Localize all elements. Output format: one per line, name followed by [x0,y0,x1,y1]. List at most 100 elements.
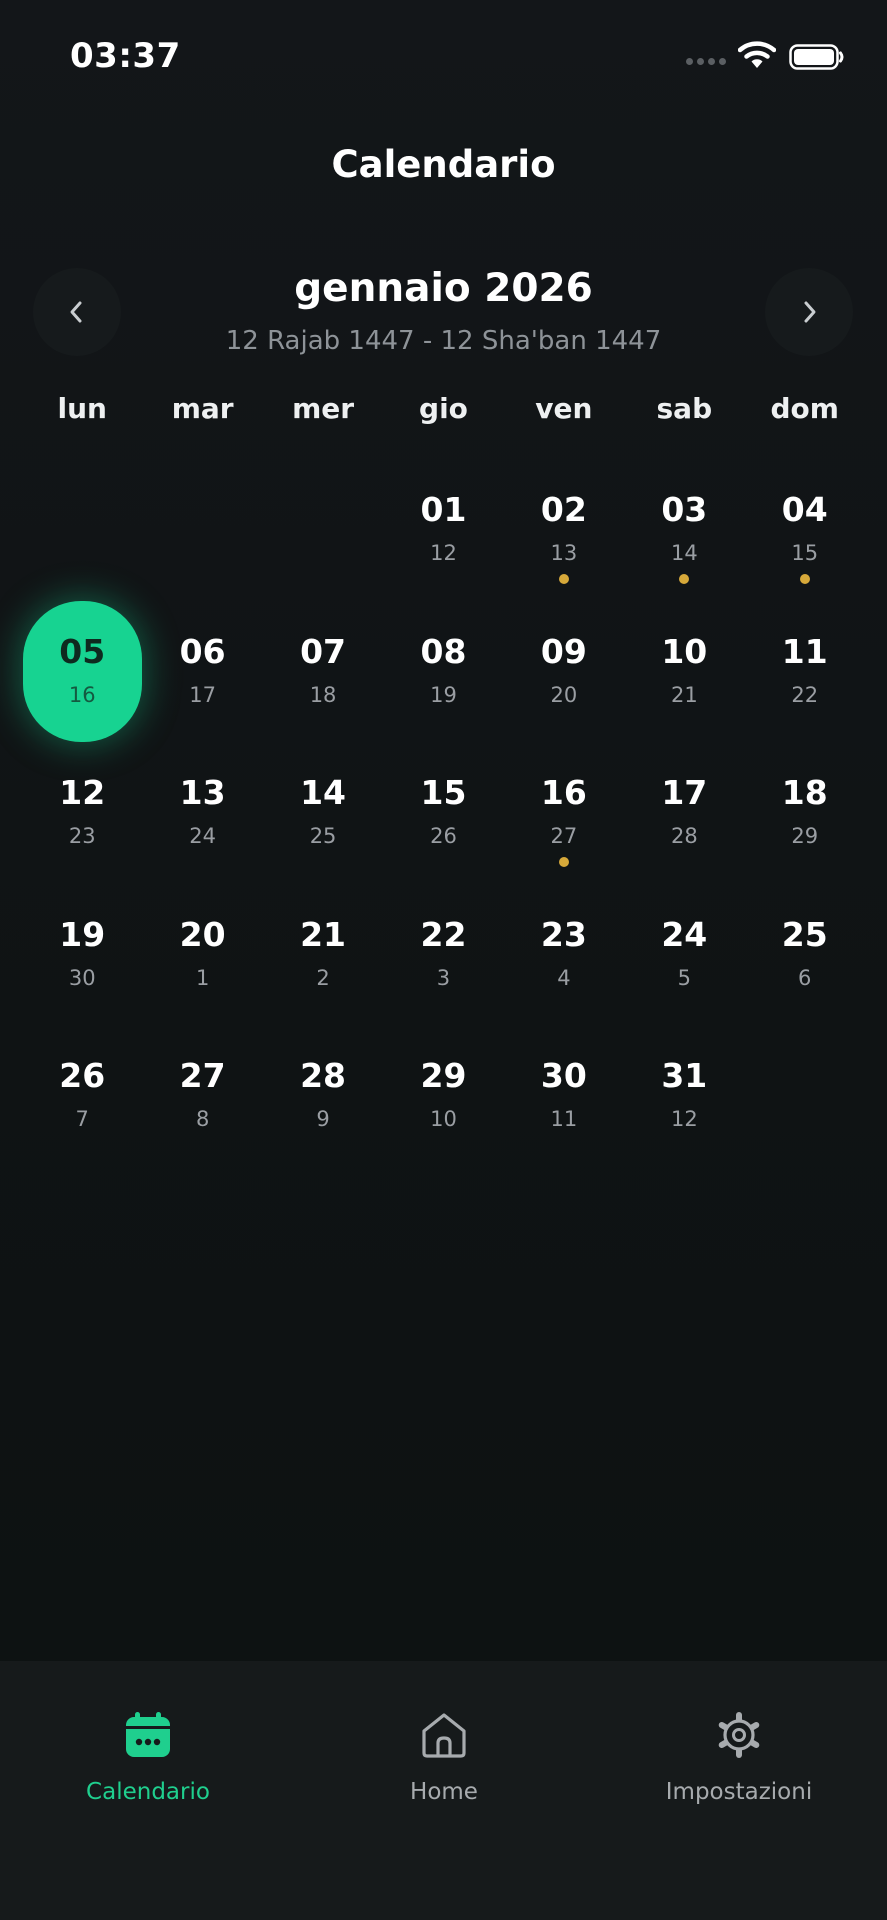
weekday-header: lun mar mer gio ven sab dom [22,392,865,425]
day-cell[interactable]: 30 11 [504,1025,624,1167]
hijri-day-number: 30 [68,965,96,990]
hijri-day-number: 23 [68,824,96,848]
hijri-day-number: 20 [550,682,578,707]
tab-home[interactable]: Home [296,1661,592,1805]
day-cell[interactable]: 29 10 [383,1025,503,1167]
day-cell[interactable]: 17 28 [624,742,744,884]
day-cell[interactable]: 31 12 [624,1025,744,1167]
event-indicator-dot [558,857,569,867]
week-row: 05 16 06 17 07 18 08 19 09 20 10 21 11 22 [22,600,865,743]
day-cell[interactable]: 23 4 [504,884,624,1026]
gregorian-day-number: 10 [661,631,708,671]
wifi-icon [738,41,776,68]
gregorian-day-number: 31 [661,1056,708,1095]
event-indicator-dot [799,574,810,584]
gregorian-day-number: 22 [420,914,467,954]
day-cell[interactable]: 01 12 [383,459,503,601]
gregorian-day-number: 27 [179,1056,226,1095]
hijri-day-number: 29 [791,824,819,848]
day-cell[interactable]: 21 2 [263,884,383,1026]
day-cell[interactable]: 28 9 [263,1025,383,1167]
day-cell[interactable]: 10 21 [624,601,744,743]
gregorian-day-number: 23 [540,914,587,954]
gregorian-day-number: 30 [540,1056,587,1095]
weekday-label: ven [535,392,593,425]
week-row: 19 30 20 1 21 2 22 3 23 4 24 5 25 6 [22,884,865,1026]
gregorian-day-number: 06 [179,631,226,671]
hijri-day-number: 18 [309,682,337,707]
hijri-day-number: 2 [316,965,330,990]
hijri-day-number: 25 [309,824,337,848]
day-cell[interactable]: 12 23 [22,742,142,884]
hijri-day-number: 13 [550,541,578,565]
day-cell[interactable]: 15 26 [383,742,503,884]
event-indicator-dot [679,574,690,584]
empty-day-cell [142,459,262,601]
day-cell[interactable]: 26 7 [22,1025,142,1167]
gregorian-day-number: 15 [420,773,467,812]
gregorian-day-number: 04 [781,490,828,529]
day-cell[interactable]: 03 14 [624,459,744,601]
selected-day-cell[interactable]: 05 16 [22,600,142,743]
hijri-day-number: 15 [791,541,819,565]
day-cell[interactable]: 02 13 [504,459,624,601]
day-cell[interactable]: 09 20 [504,601,624,743]
gregorian-day-number: 19 [59,914,106,954]
gregorian-day-number: 07 [300,631,347,671]
day-cell[interactable]: 20 1 [142,884,262,1026]
day-cell[interactable]: 18 29 [745,742,865,884]
page-title: Calendario [331,143,556,186]
day-cell[interactable]: 04 15 [745,459,865,601]
gregorian-day-number: 13 [179,773,226,812]
gear-icon [718,1712,760,1758]
gregorian-day-number: 14 [300,773,347,812]
gregorian-day-number: 17 [661,773,708,812]
hijri-day-number: 19 [430,682,457,707]
day-cell[interactable]: 25 6 [745,884,865,1026]
hijri-day-number: 3 [436,965,451,990]
hijri-day-number: 21 [670,682,698,707]
day-cell[interactable]: 06 17 [142,601,262,743]
day-cell[interactable]: 22 3 [383,884,503,1026]
day-cell[interactable]: 08 19 [383,601,503,743]
gregorian-day-number: 21 [300,914,347,954]
home-icon [422,1713,466,1758]
hijri-day-number: 12 [670,1107,698,1131]
gregorian-day-number: 29 [420,1056,467,1095]
weekday-label: gio [419,392,468,425]
day-cell[interactable]: 27 8 [142,1025,262,1167]
gregorian-day-number: 09 [540,631,587,671]
day-cell[interactable]: 16 27 [504,742,624,884]
hijri-day-number: 4 [557,965,571,990]
weekday-label: dom [770,392,839,425]
next-month-button[interactable] [765,268,853,356]
day-cell[interactable]: 07 18 [263,601,383,743]
hijri-day-number: 11 [550,1107,578,1131]
hijri-day-number: 5 [677,965,691,990]
day-cell[interactable]: 24 5 [624,884,744,1026]
day-cell[interactable]: 13 24 [142,742,262,884]
empty-day-cell [263,459,383,601]
gregorian-day-number: 26 [59,1056,106,1095]
day-cell[interactable]: 19 30 [22,884,142,1026]
cellular-signal-icon [686,58,726,65]
hijri-day-number: 10 [430,1107,457,1131]
gregorian-day-number: 02 [540,490,587,529]
hijri-day-number: 9 [316,1107,330,1131]
hijri-day-number: 16 [68,682,96,707]
gregorian-day-number: 16 [540,773,587,812]
tab-impostazioni[interactable]: Impostazioni [591,1661,887,1805]
calendar-grid: 01 12 02 13 03 14 04 15 05 16 06 17 07 18 08 19 09 20 10 21… [22,459,865,1167]
hijri-day-number: 8 [195,1107,210,1131]
tab-calendario[interactable]: Calendario [0,1661,296,1805]
tab-label: Impostazioni [665,1779,813,1805]
hijri-day-number: 14 [670,541,698,565]
gregorian-day-number: 05 [59,631,106,671]
day-cell[interactable]: 14 25 [263,742,383,884]
event-indicator-dot [558,574,569,584]
empty-day-cell [22,459,142,601]
day-cell[interactable]: 11 22 [745,601,865,743]
tab-label: Home [410,1779,478,1805]
weekday-label: mar [171,392,234,425]
hijri-day-number: 1 [195,965,210,990]
